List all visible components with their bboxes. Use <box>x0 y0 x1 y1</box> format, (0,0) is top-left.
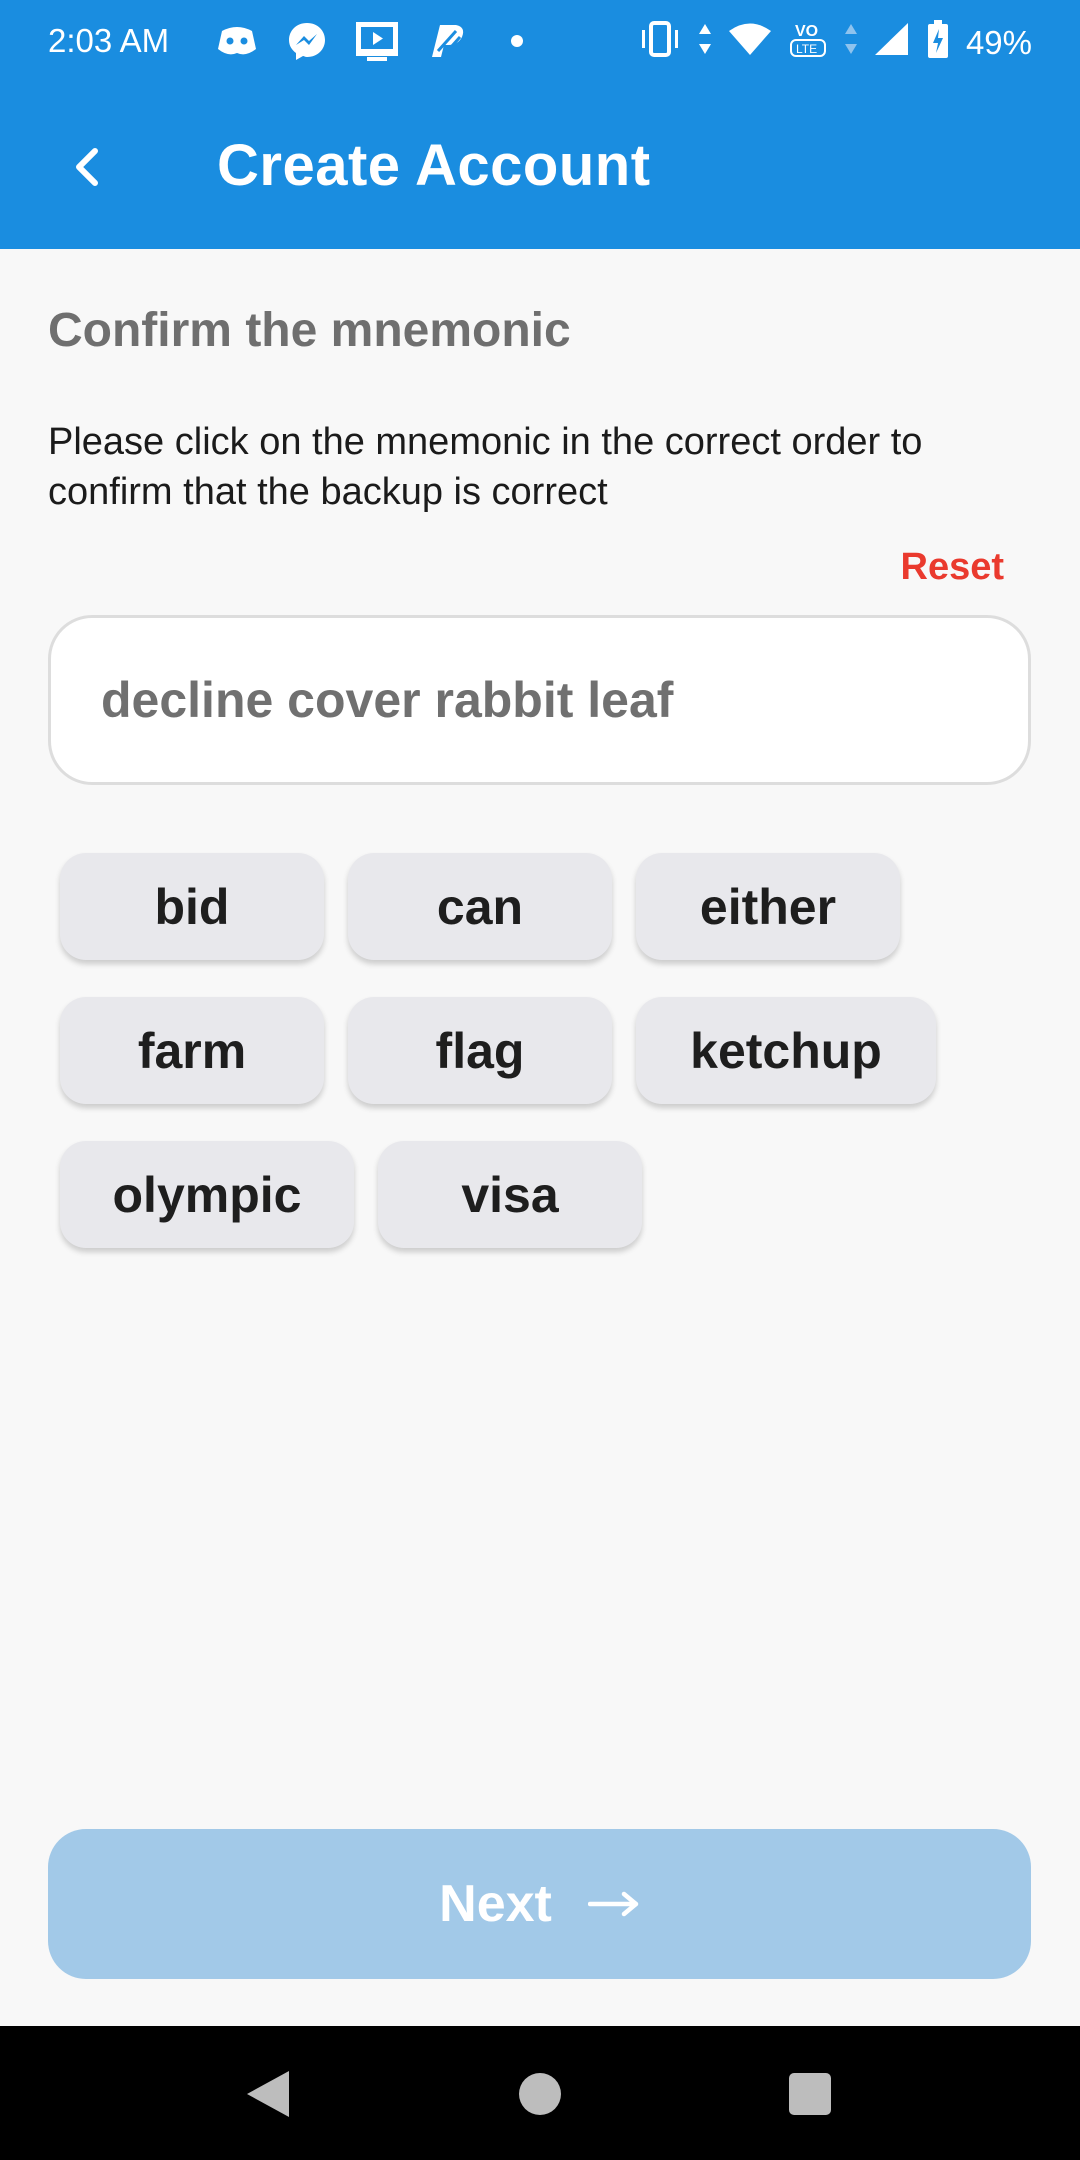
chevron-left-icon <box>76 148 98 186</box>
recents-square-icon <box>789 2073 831 2115</box>
instructions-text: Please click on the mnemonic in the corr… <box>48 421 923 513</box>
reset-button[interactable]: Reset <box>901 546 1005 589</box>
status-bar: 2:03 AM VO LTE 49% <box>0 0 1080 84</box>
system-nav-bar <box>0 2026 1080 2160</box>
dot-icon <box>494 18 540 64</box>
section-title: Confirm the mnemonic <box>48 304 571 357</box>
word-chip-flag[interactable]: flag <box>348 997 612 1104</box>
nav-back-button[interactable] <box>238 2064 298 2124</box>
svg-text:VO: VO <box>795 23 818 40</box>
data-arrows-dim-icon <box>844 22 858 64</box>
battery-icon <box>926 19 950 67</box>
word-chip-bid[interactable]: bid <box>60 853 324 960</box>
data-arrows-icon <box>698 22 712 64</box>
arrow-right-icon <box>587 1891 639 1917</box>
svg-text:LTE: LTE <box>796 42 817 56</box>
back-triangle-icon <box>247 2071 289 2117</box>
next-button[interactable]: Next <box>48 1829 1031 1979</box>
selected-phrase-text: decline cover rabbit leaf <box>101 672 674 728</box>
nav-recents-button[interactable] <box>780 2064 840 2124</box>
system-status: VO LTE 49% <box>638 18 1032 68</box>
word-chip-visa[interactable]: visa <box>378 1141 642 1248</box>
app-bar: Create Account <box>0 84 1080 249</box>
next-label: Next <box>439 1875 552 1933</box>
volte-icon: VO LTE <box>788 18 828 68</box>
messenger-icon <box>284 18 330 64</box>
word-chip-olympic[interactable]: olympic <box>60 1141 354 1248</box>
notification-icons <box>214 18 540 64</box>
word-chip-can[interactable]: can <box>348 853 612 960</box>
main-content: Confirm the mnemonic Please click on the… <box>0 249 1080 2026</box>
back-button[interactable] <box>56 132 116 202</box>
discord-icon <box>214 18 260 64</box>
battery-percent: 49% <box>965 24 1032 61</box>
word-chip-ketchup[interactable]: ketchup <box>636 997 936 1104</box>
word-chip-either[interactable]: either <box>636 853 900 960</box>
vibrate-icon <box>638 20 682 66</box>
paypal-icon <box>424 18 470 64</box>
home-circle-icon <box>519 2073 561 2115</box>
signal-icon <box>874 22 910 64</box>
selected-phrase-box: decline cover rabbit leaf <box>48 615 1031 785</box>
status-time: 2:03 AM <box>48 22 170 59</box>
nav-home-button[interactable] <box>510 2064 570 2124</box>
word-chip-farm[interactable]: farm <box>60 997 324 1104</box>
video-app-icon <box>354 18 400 64</box>
wifi-icon <box>728 22 772 64</box>
page-title: Create Account <box>217 133 651 198</box>
